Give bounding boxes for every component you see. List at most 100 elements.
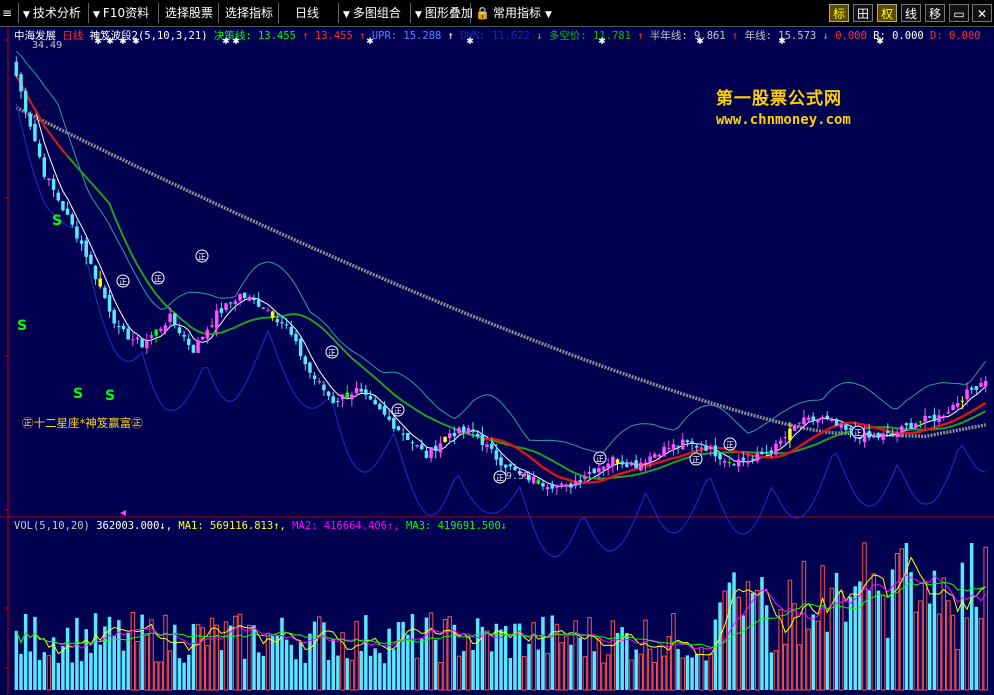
candle-body	[839, 424, 843, 428]
candle-body	[196, 340, 200, 353]
zheng-signal-label: 正	[154, 275, 162, 284]
candle-body	[867, 430, 871, 438]
volume-bar-up	[699, 646, 704, 691]
volume-bar-down	[280, 617, 284, 690]
candle-body	[149, 335, 154, 338]
top-star-marker: ✱	[232, 37, 240, 47]
volume-bar-down	[270, 635, 275, 690]
candle-body	[233, 301, 238, 304]
candle-body	[33, 123, 37, 142]
volume-bar-up	[46, 655, 52, 691]
candle-body	[112, 310, 116, 324]
volume-bar-up	[149, 619, 154, 691]
volume-bar-down	[927, 603, 932, 690]
candle-body	[154, 329, 158, 336]
candle-body	[620, 461, 624, 465]
candle-body	[107, 294, 112, 312]
volume-bar-up	[801, 560, 807, 691]
candle-body	[597, 468, 601, 473]
volume-bar-down	[932, 570, 937, 690]
candle-body	[89, 254, 93, 264]
year-line	[15, 106, 987, 439]
candle-body	[359, 388, 363, 392]
volume-bar-down	[867, 590, 871, 690]
volume-bar-down	[909, 572, 913, 690]
top-star-marker: ✱	[696, 37, 704, 47]
candle-body	[485, 444, 489, 448]
volume-bar-down	[140, 614, 144, 690]
candle-body	[364, 389, 368, 395]
volume-bar-up	[899, 548, 905, 691]
candle-body	[769, 450, 774, 453]
candle-body	[974, 386, 979, 390]
volume-bar-down	[117, 620, 121, 690]
volume-bar-up	[484, 630, 490, 691]
candle-body	[946, 411, 951, 414]
candle-body	[19, 74, 23, 92]
volume-bar-up	[610, 620, 616, 691]
zheng-signal-label: 正	[496, 474, 504, 483]
volume-bar-down	[499, 629, 503, 690]
candle-body	[480, 434, 485, 445]
volume-bar-up	[671, 613, 676, 691]
volume-bar-down	[471, 650, 475, 690]
candle-body	[783, 437, 788, 439]
candle-body	[368, 395, 373, 400]
candle-body	[340, 394, 345, 400]
volume-bar-up	[918, 600, 923, 691]
candle-body	[47, 178, 51, 181]
candle-body	[252, 298, 256, 300]
top-star-marker: ✱	[222, 37, 230, 47]
volume-bar-down	[410, 614, 415, 690]
candle-body	[191, 344, 196, 353]
volume-bar-up	[862, 542, 867, 691]
candle-body	[70, 214, 75, 225]
candle-body	[671, 444, 676, 449]
high-price-label: 34.49	[32, 40, 62, 51]
volume-bar-down	[298, 642, 303, 690]
volume-bar-down	[489, 651, 494, 690]
candle-body	[466, 428, 471, 434]
candle-body	[941, 415, 946, 418]
volume-bar-down	[42, 652, 47, 690]
candle-body	[643, 462, 648, 465]
candle-body	[979, 382, 983, 387]
kline-chart[interactable]: SSS S正 正正正正正正 正正正34.499.51㊣十二星座*神笈赢富㊣✱ ✱ ✱ ✱ ✱ ✱…	[0, 0, 994, 695]
volume-bar-down	[592, 651, 596, 690]
volume-bar-down	[219, 650, 224, 690]
volume-bar-up	[661, 655, 667, 691]
volume-bar-down	[121, 650, 126, 690]
candle-body	[331, 396, 335, 404]
volume-bar-down	[336, 655, 340, 690]
candle-body	[443, 436, 447, 442]
candle-body	[420, 444, 424, 450]
volume-bar-down	[676, 648, 680, 690]
candle-body	[145, 340, 149, 349]
volume-bar-down	[475, 618, 480, 690]
volume-bar-down	[508, 657, 513, 690]
volume-bar-up	[638, 653, 644, 691]
volume-bar-up	[209, 617, 215, 691]
volume-bar-down	[550, 615, 555, 690]
volume-bar-down	[182, 662, 186, 690]
volume-bar-down	[848, 596, 853, 690]
candle-body	[93, 265, 98, 280]
volume-bar-up	[205, 645, 210, 691]
candle-body	[900, 426, 904, 433]
candle-body	[214, 310, 219, 329]
candle-body	[14, 61, 19, 76]
candle-body	[774, 443, 778, 455]
volume-bar-up	[936, 613, 942, 691]
volume-bar-up	[978, 618, 984, 691]
candle-body	[559, 483, 564, 485]
candle-body	[699, 447, 704, 449]
volume-bar-down	[685, 655, 690, 690]
volume-bar-up	[135, 641, 140, 691]
candle-body	[764, 452, 769, 454]
candle-body	[927, 416, 932, 418]
buy-signal-label: S	[105, 388, 115, 404]
candle-body	[457, 427, 461, 434]
candle-body	[261, 307, 266, 309]
volume-bar-down	[345, 658, 349, 690]
volume-bar-down	[70, 662, 75, 690]
